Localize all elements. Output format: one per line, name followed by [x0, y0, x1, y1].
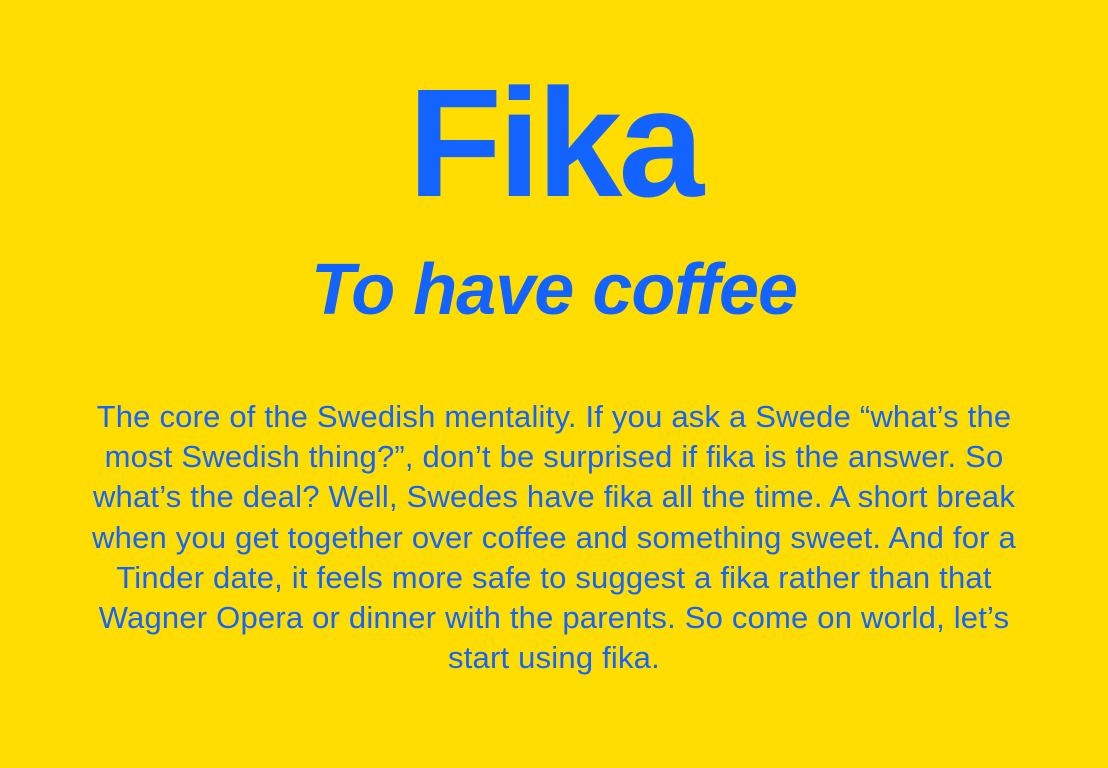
word-title: Fika [407, 57, 704, 229]
word-card: Fika To have coffee The core of the Swed… [0, 0, 1108, 768]
word-translation: To have coffee [310, 250, 798, 330]
word-description: The core of the Swedish mentality. If yo… [92, 399, 1016, 676]
